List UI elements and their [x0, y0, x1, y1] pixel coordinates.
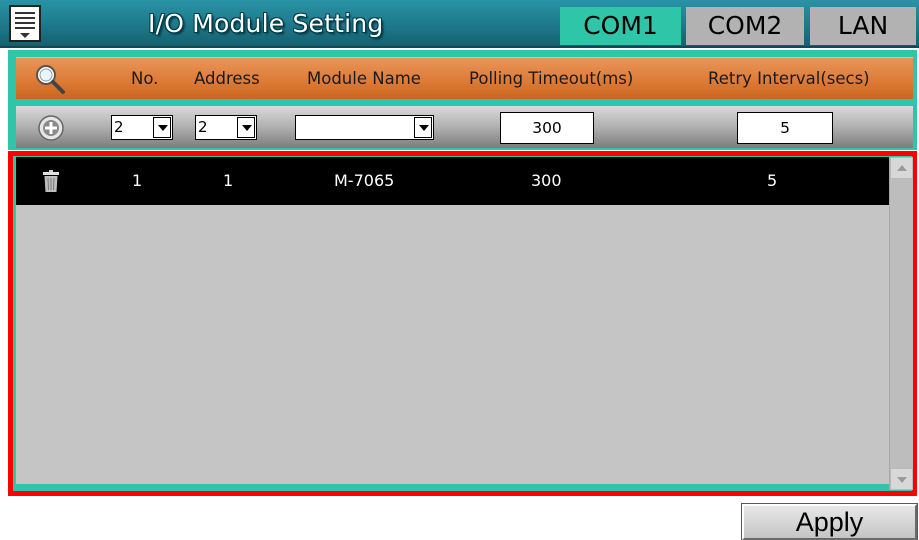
retry-interval-input[interactable]: 5 — [737, 112, 833, 144]
column-header-no: No. — [131, 69, 159, 88]
table-row[interactable]: 1 1 M-7065 300 5 — [16, 157, 889, 205]
column-header-address: Address — [194, 69, 260, 88]
module-list — [16, 157, 889, 484]
add-module-row: 2 2 300 5 — [16, 106, 913, 148]
scroll-up-icon[interactable] — [890, 157, 913, 179]
chevron-down-icon[interactable] — [237, 117, 255, 138]
apply-button[interactable]: Apply — [741, 503, 918, 540]
search-icon[interactable] — [34, 63, 66, 95]
tab-lan[interactable]: LAN — [810, 7, 916, 45]
cell-no: 1 — [132, 171, 143, 190]
tab-com2[interactable]: COM2 — [686, 7, 804, 45]
cell-module-name: M-7065 — [334, 171, 395, 190]
address-dropdown-value: 2 — [198, 118, 208, 136]
column-header-module-name: Module Name — [307, 69, 421, 88]
cell-address: 1 — [223, 171, 234, 190]
list-scrollbar[interactable] — [889, 157, 913, 490]
cell-polling-timeout: 300 — [531, 171, 562, 190]
chevron-down-icon[interactable] — [153, 117, 171, 138]
no-dropdown-value: 2 — [114, 118, 124, 136]
column-header-polling-timeout: Polling Timeout(ms) — [469, 69, 634, 88]
add-icon[interactable] — [38, 115, 64, 141]
address-dropdown[interactable]: 2 — [195, 115, 257, 140]
trash-icon[interactable] — [43, 170, 59, 192]
scroll-down-icon[interactable] — [890, 468, 913, 490]
column-header-row: No. Address Module Name Polling Timeout(… — [16, 57, 913, 99]
no-dropdown[interactable]: 2 — [111, 115, 173, 140]
page-title: I/O Module Setting — [148, 9, 384, 38]
menu-icon[interactable] — [7, 5, 43, 43]
cell-retry-interval: 5 — [767, 171, 778, 190]
tab-com1[interactable]: COM1 — [560, 7, 681, 45]
module-name-dropdown[interactable] — [295, 115, 434, 140]
chevron-down-icon[interactable] — [414, 117, 432, 138]
column-header-retry-interval: Retry Interval(secs) — [708, 69, 870, 88]
polling-timeout-input[interactable]: 300 — [500, 112, 594, 144]
